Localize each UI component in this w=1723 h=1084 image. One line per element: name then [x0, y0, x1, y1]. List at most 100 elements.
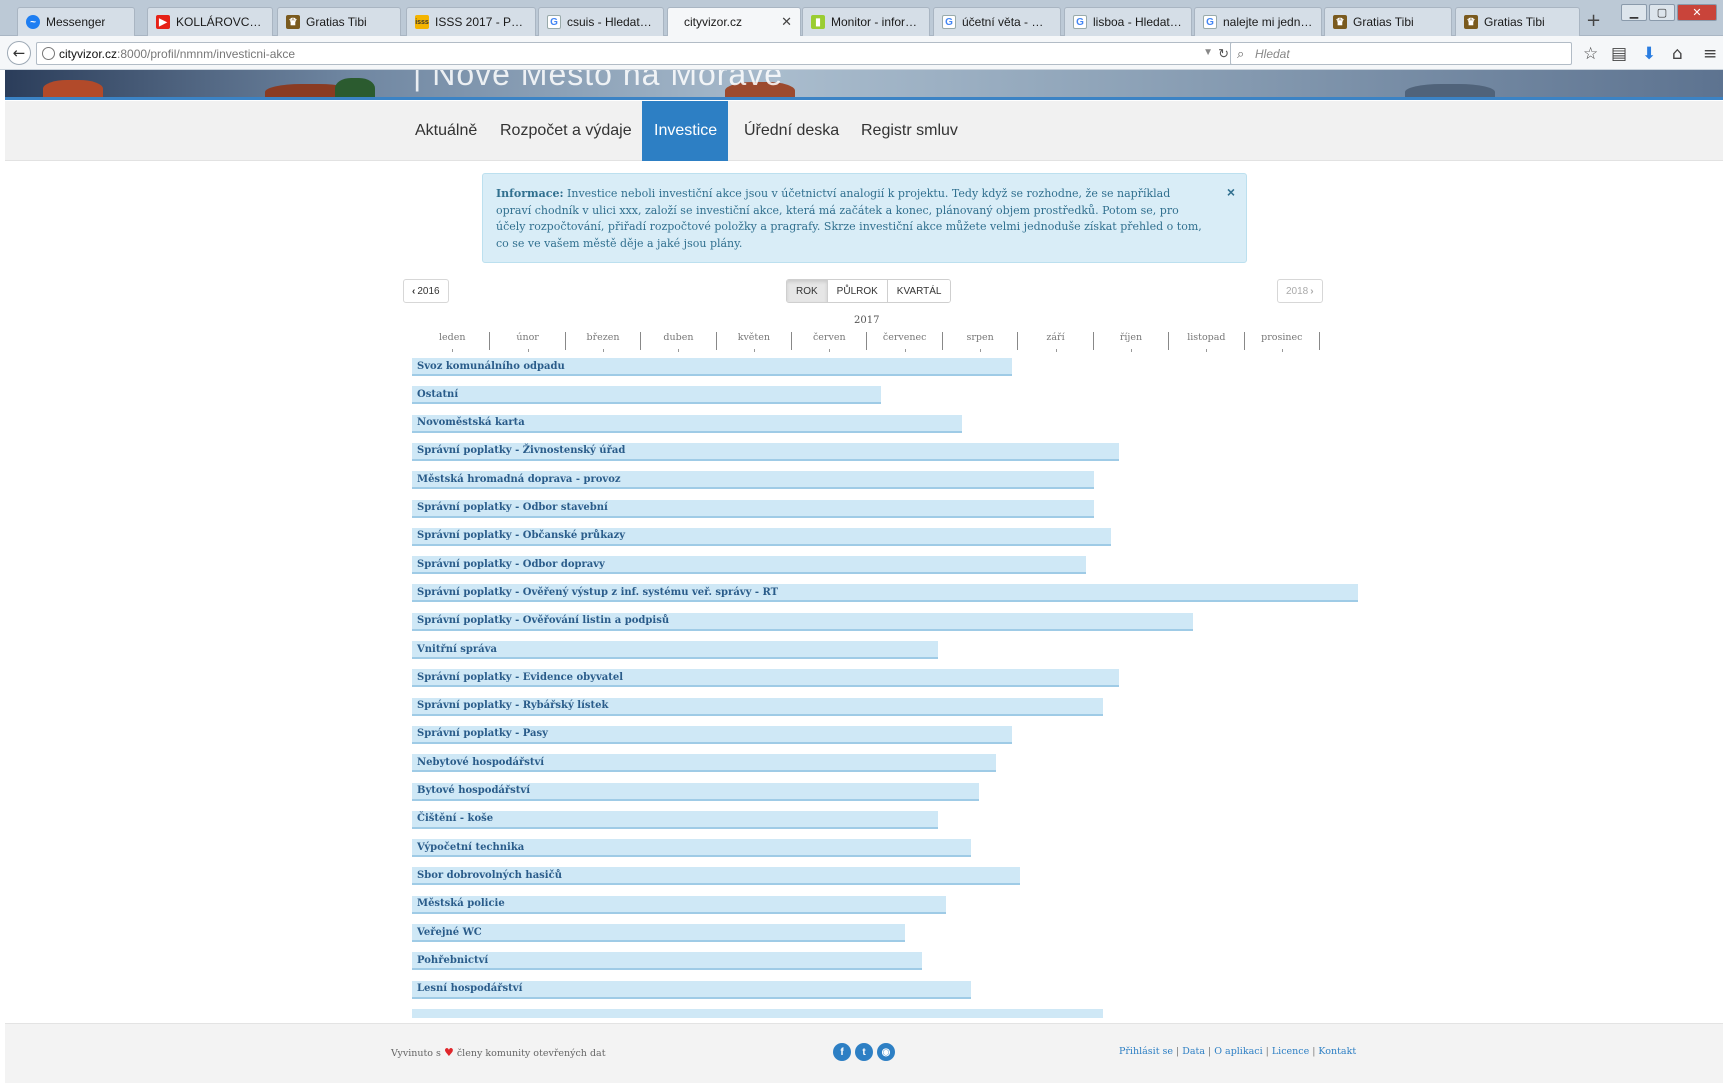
investment-row[interactable]: Novoměstská karta: [412, 414, 962, 433]
tab-messenger[interactable]: ~ Messenger: [17, 7, 135, 36]
tab-close-icon[interactable]: ✕: [781, 14, 792, 30]
month-label: březen: [566, 332, 642, 352]
investment-row[interactable]: Správní poplatky - Ověřený výstup z inf.…: [412, 584, 1358, 603]
investment-row[interactable]: Správní poplatky - Odbor dopravy: [412, 556, 1086, 575]
nav-item-aktualne[interactable]: Aktuálně: [403, 101, 489, 161]
month-label: duben: [641, 332, 717, 352]
prev-year-button[interactable]: ‹ 2016: [403, 279, 449, 303]
url-bar[interactable]: cityvizor.cz:8000/profil/nmnm/investicni…: [36, 42, 1236, 65]
reload-icon[interactable]: ↻: [1218, 46, 1229, 62]
info-alert: Informace: Investice neboli investiční a…: [482, 173, 1247, 263]
tab-label: KOLLÁROVCI-GO...: [176, 15, 264, 29]
github-icon[interactable]: ◉: [877, 1043, 895, 1061]
investment-list: Svoz komunálního odpadu Ostatní Novoměstsk…: [412, 358, 1512, 1018]
month-label: červen: [792, 332, 868, 352]
new-tab-icon[interactable]: +: [1586, 10, 1601, 31]
gratias-icon: ♛: [1464, 15, 1478, 29]
next-year-button[interactable]: 2018 ›: [1277, 279, 1323, 303]
prev-year-label: 2016: [417, 285, 440, 297]
investment-row[interactable]: Lesní hospodářství: [412, 980, 971, 999]
nav-item-uredni-deska[interactable]: Úřední deska: [732, 101, 851, 161]
back-arrow-icon[interactable]: ←: [7, 41, 31, 65]
investment-row[interactable]: Správní poplatky - Občanské průkazy: [412, 527, 1111, 546]
tab-cityvizor[interactable]: cityvizor.cz ✕: [667, 7, 801, 36]
investment-row[interactable]: Pohřebnictví: [412, 952, 922, 971]
investment-row[interactable]: Ostatní: [412, 386, 881, 405]
investment-row[interactable]: Svoz komunálního odpadu: [412, 358, 1012, 376]
investment-row[interactable]: Správní poplatky - Evidence obyvatel: [412, 669, 1119, 688]
tab-gratias-3[interactable]: ♛ Gratias Tibi: [1455, 7, 1580, 36]
tab-label: nalejte mi jedno č...: [1223, 15, 1313, 29]
facebook-icon[interactable]: f: [833, 1043, 851, 1061]
bookmark-star-icon[interactable]: ☆: [1583, 44, 1598, 64]
month-label: září: [1018, 332, 1094, 352]
investment-row[interactable]: Sbor dobrovolných hasičů: [412, 867, 1020, 886]
footer-link-data[interactable]: Data: [1182, 1046, 1205, 1057]
footer-link-login[interactable]: Přihlásit se: [1119, 1046, 1173, 1057]
menu-icon[interactable]: ≡: [1703, 44, 1717, 64]
footer-link-contact[interactable]: Kontakt: [1318, 1046, 1356, 1057]
tab-label: lisboa - Hledat G...: [1093, 15, 1183, 29]
info-text: Investice neboli investiční akce jsou v …: [496, 187, 1202, 250]
maximize-icon[interactable]: ▢: [1649, 4, 1675, 21]
investment-row[interactable]: Vnitřní správa: [412, 641, 938, 659]
browser-nav-bar: ← cityvizor.cz:8000/profil/nmnm/investic…: [0, 36, 1723, 70]
footer-credit-suffix: členy komunity otevřených dat: [456, 1048, 606, 1059]
tab-youtube[interactable]: ▶ KOLLÁROVCI-GO...: [147, 7, 273, 36]
investment-row[interactable]: Veřejné WC: [412, 924, 905, 942]
investment-row[interactable]: Správní poplatky - Rybářský lístek: [412, 697, 1103, 716]
tab-monitor[interactable]: ▮ Monitor - inform...: [802, 7, 930, 36]
search-icon: ⌕: [1237, 46, 1245, 61]
investment-row[interactable]: Čištění - koše: [412, 810, 938, 829]
google-icon: G: [1203, 15, 1217, 29]
period-kvartal-button[interactable]: KVARTÁL: [887, 280, 951, 302]
nav-item-investice[interactable]: Investice: [642, 101, 728, 161]
tab-google-ucetni[interactable]: G účetní věta - Hled...: [933, 7, 1061, 36]
tab-label: Gratias Tibi: [1484, 15, 1545, 29]
tab-isss[interactable]: isss ISSS 2017 - Předb...: [406, 7, 536, 36]
search-input[interactable]: ⌕ Hledat: [1230, 42, 1572, 65]
google-icon: G: [547, 15, 561, 29]
investment-row[interactable]: Správní poplatky - Pasy: [412, 725, 1012, 744]
investment-row[interactable]: Bytové hospodářství: [412, 782, 979, 801]
footer-credit: Vyvinuto s ♥ členy komunity otevřených d…: [391, 1046, 606, 1059]
tab-google-lisboa[interactable]: G lisboa - Hledat G...: [1064, 7, 1192, 36]
investment-row[interactable]: Výpočetní technika: [412, 839, 971, 858]
minimize-icon[interactable]: ▁: [1621, 4, 1647, 21]
investment-row[interactable]: Městská hromadná doprava - provoz: [412, 471, 1094, 490]
investment-row[interactable]: Správní poplatky - Odbor stavební: [412, 499, 1094, 518]
month-label: listopad: [1169, 332, 1245, 352]
city-title-banner: | Nové Město na Moravě: [413, 70, 784, 92]
period-rok-button[interactable]: ROK: [787, 280, 828, 302]
nav-item-registr-smluv[interactable]: Registr smluv: [849, 101, 970, 161]
footer-link-license[interactable]: Licence: [1272, 1046, 1309, 1057]
investment-row[interactable]: Nebytové hospodářství: [412, 754, 996, 773]
period-pulrok-button[interactable]: PŮLROK: [827, 280, 888, 302]
tab-gratias-1[interactable]: ♛ Gratias Tibi: [277, 7, 401, 36]
search-placeholder: Hledat: [1255, 46, 1290, 61]
footer-link-about[interactable]: O aplikaci: [1214, 1046, 1262, 1057]
investment-row[interactable]: Správní poplatky - Živnostenský úřad: [412, 442, 1119, 461]
home-icon[interactable]: ⌂: [1672, 44, 1683, 64]
bookmarks-list-icon[interactable]: ▤: [1611, 44, 1627, 64]
tab-google-csuis[interactable]: G csuis - Hledat Go...: [538, 7, 664, 36]
investment-row[interactable]: Správní poplatky - Ověřování listin a po…: [412, 612, 1193, 631]
close-icon[interactable]: ×: [1227, 184, 1235, 201]
month-label: srpen: [943, 332, 1019, 352]
tab-google-nalejte[interactable]: G nalejte mi jedno č...: [1194, 7, 1322, 36]
tab-label: Gratias Tibi: [306, 15, 367, 29]
social-links: f t ◉: [833, 1043, 895, 1061]
investment-row[interactable]: Městská policie: [412, 895, 946, 914]
url-dropdown-icon[interactable]: ▼: [1203, 47, 1213, 58]
window-close-icon[interactable]: ✕: [1677, 4, 1717, 21]
download-icon[interactable]: ⬇: [1642, 44, 1656, 64]
month-label: leden: [415, 332, 491, 352]
investment-row[interactable]: [412, 1008, 1103, 1018]
twitter-icon[interactable]: t: [855, 1043, 873, 1061]
globe-icon: [42, 47, 55, 60]
month-label: únor: [490, 332, 566, 352]
nav-item-rozpocet[interactable]: Rozpočet a výdaje: [488, 101, 644, 161]
footer-credit-prefix: Vyvinuto s: [391, 1048, 441, 1059]
tab-gratias-2[interactable]: ♛ Gratias Tibi: [1324, 7, 1452, 36]
main-navigation: Aktuálně Rozpočet a výdaje Investice Úře…: [5, 101, 1723, 161]
